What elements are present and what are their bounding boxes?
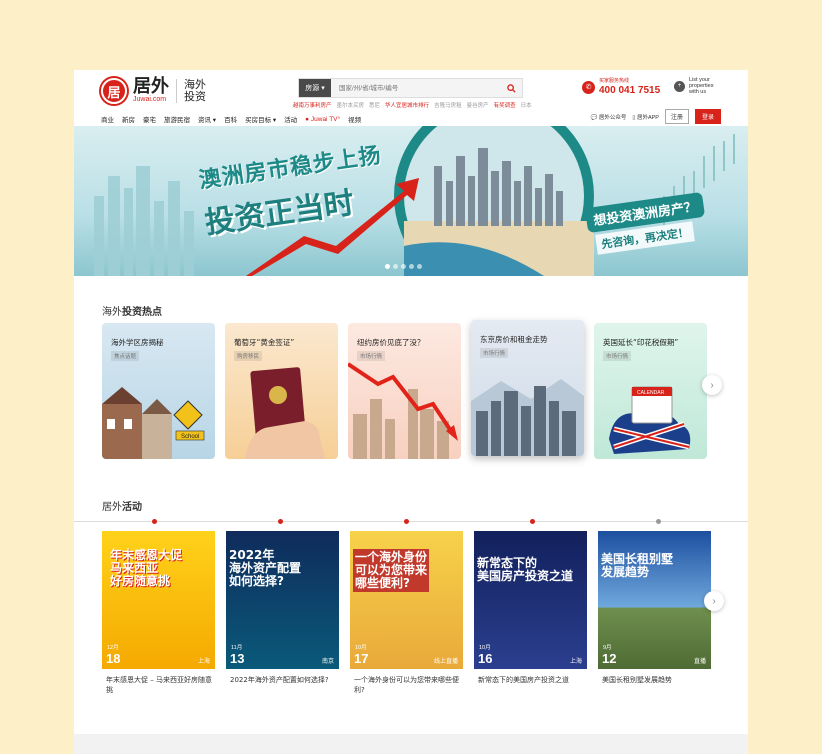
activity-caption: 年末感恩大促 – 马来西亚好房随意挑 [106,676,212,694]
activity-poster: 新常态下的 美国房产投资之道 10月 16 上海 [474,531,587,669]
timeline-dot [404,519,409,524]
passport-illustration [245,367,325,459]
list-property-label: List your properties with us [689,77,714,95]
hotword-link[interactable]: 曼谷房产 [467,101,489,109]
uk-calendar-illustration: CALENDAR [609,386,691,454]
timeline-dot [278,519,283,524]
search-icon[interactable] [500,79,522,97]
activity-card[interactable]: 新常态下的 美国房产投资之道 10月 16 上海 新常态下的美国房产投资之道 [474,531,587,695]
hotword-link[interactable]: 华人宜居城市排行 [385,101,429,109]
hot-card[interactable]: 纽约房价见底了没？ 市场行情 [348,323,461,459]
hot-cards: 海外学区房揭秘 焦点话题 School 葡萄牙“黄金签证” 购房移民 纽约房价见… [102,320,707,459]
hot-card[interactable]: 葡萄牙“黄金签证” 购房移民 [225,323,338,459]
search-input[interactable] [331,79,500,97]
search-type-select[interactable]: 房源 ▾ [299,79,331,97]
banner-dot[interactable] [385,264,390,269]
nav-item[interactable]: 百科 [224,114,237,124]
nav-item[interactable]: 旅游民宿 [164,114,190,124]
activity-caption: 2022年海外资产配置如何选择? [230,676,329,684]
activity-card[interactable]: 美国长租别墅 发展趋势 9月 12 直播 美国长租别墅发展趋势 [598,531,711,695]
chevron-right-icon: › [710,379,714,391]
timeline-dot [152,519,157,524]
hot-card[interactable]: 英国延长“印花税假期” 市场行情 CALENDAR [594,323,707,459]
activity-section-title: 居外活动 [102,502,142,513]
utility-bar: 💬 居外公众号 ▯ 居外APP 注册 登录 [590,109,721,124]
activity-poster: 年末感恩大促 马来西亚 好房随意挑 12月 18 上海 [102,531,215,669]
nav-item[interactable]: 活动 [284,114,297,124]
logo-subtitle: 海外投资 [184,78,206,103]
hotword-link[interactable]: 有奖调查 [494,101,516,109]
nav-item[interactable]: 豪宅 [143,114,156,124]
falling-chart-illustration [348,362,458,459]
logo-mark-icon: 居 [101,78,127,104]
activity-caption: 美国长租别墅发展趋势 [602,676,672,684]
hot-card[interactable]: 海外学区房揭秘 焦点话题 School [102,323,215,459]
logo[interactable]: 居 居外 Juwai.com 海外投资 [101,78,208,104]
svg-text:CALENDAR: CALENDAR [637,390,665,396]
activity-card[interactable]: 2022年 海外资产配置 如何选择? 11月 13 南京 2022年海外资产配置… [226,531,339,695]
timeline-dot [530,519,535,524]
banner-dot[interactable] [401,264,406,269]
nav-item[interactable]: 新房 [122,114,135,124]
mobile-icon: ▯ [632,114,636,121]
banner-pagination [385,264,422,269]
activity-poster: 美国长租别墅 发展趋势 9月 12 直播 [598,531,711,669]
footer-band [74,734,748,754]
activity-card[interactable]: 年末感恩大促 马来西亚 好房随意挑 12月 18 上海 年末感恩大促 – 马来西… [102,531,215,695]
plus-icon: + [674,80,685,92]
hero-banner[interactable]: 澳洲房市稳步上扬 投资正当时 想投资澳洲房产？ 先咨询，再决定！ [74,126,748,276]
logo-cn: 居外 [133,76,169,97]
login-button[interactable]: 登录 [694,109,721,124]
activity-caption: 一个海外身份可以为您带来哪些便利? [354,676,459,694]
wechat-icon: 💬 [590,114,598,121]
timeline-dot [656,519,661,524]
school-houses-illustration: School [102,387,205,459]
hotword-link[interactable]: 吉隆马房租 [434,101,462,109]
hotline-number: 400 041 7515 [599,85,661,96]
list-property-link[interactable]: + List your properties with us [674,77,719,95]
logo-en: Juwai.com [133,96,167,103]
search-bar: 房源 ▾ [298,78,523,98]
hot-section-title: 海外投资热点 [102,307,162,318]
chevron-right-icon: › [712,595,716,607]
svg-text:School: School [181,434,199,440]
nav-item-juwai-tv[interactable]: ● Juwai TV° [305,116,340,123]
hotword-link[interactable]: 悉尼 [369,101,380,109]
hotword-link[interactable]: 越南万事利房产 [293,101,332,109]
hotword-link[interactable]: 墨尔本买房 [337,101,365,109]
banner-dot[interactable] [409,264,414,269]
activity-list: 年末感恩大促 马来西亚 好房随意挑 12月 18 上海 年末感恩大促 – 马来西… [102,531,711,695]
hotline-label: 买家服务热线 [599,78,630,84]
app-link[interactable]: ▯ 居外APP [632,113,659,121]
hot-card[interactable]: 东京房价和租金走势 市场行情 [471,320,584,456]
activity-next-button[interactable]: › [704,591,724,611]
activity-poster: 一个海外身份 可以为您带来 哪些便利? 10月 17 线上直播 [350,531,463,669]
activity-caption: 新常态下的美国房产投资之道 [478,676,569,684]
main-nav: 商业 新房 豪宅 旅游民宿 资讯 ▾ 百科 买房目标 ▾ 活动 ● Juwai … [101,114,361,125]
phone-icon: ✆ [582,80,595,94]
tokyo-skyline-illustration [471,379,584,456]
banner-dot[interactable] [417,264,422,269]
page: 居 居外 Juwai.com 海外投资 房源 ▾ 越南万事利房产 墨尔本买房 悉… [74,70,748,754]
hotword-link[interactable]: 日本 [521,101,532,109]
activity-timeline [74,521,748,522]
hotline[interactable]: ✆ 买家服务热线 400 041 7515 [582,78,660,96]
nav-item[interactable]: 商业 [101,114,114,124]
search-hotwords: 越南万事利房产 墨尔本买房 悉尼 华人宜居城市排行 吉隆马房租 曼谷房产 有奖调… [293,101,532,109]
site-header: 居 居外 Juwai.com 海外投资 房源 ▾ 越南万事利房产 墨尔本买房 悉… [74,70,748,126]
banner-dot[interactable] [393,264,398,269]
nav-item[interactable]: 资讯 ▾ [198,114,216,124]
logo-divider [176,79,177,103]
activity-card[interactable]: 一个海外身份 可以为您带来 哪些便利? 10月 17 线上直播 一个海外身份可以… [350,531,463,695]
activity-poster: 2022年 海外资产配置 如何选择? 11月 13 南京 [226,531,339,669]
register-button[interactable]: 注册 [664,109,689,124]
hot-next-button[interactable]: › [702,375,722,395]
nav-item[interactable]: 买房目标 ▾ [245,114,276,124]
nav-item[interactable]: 视频 [348,114,361,124]
wechat-link[interactable]: 💬 居外公众号 [590,113,626,121]
